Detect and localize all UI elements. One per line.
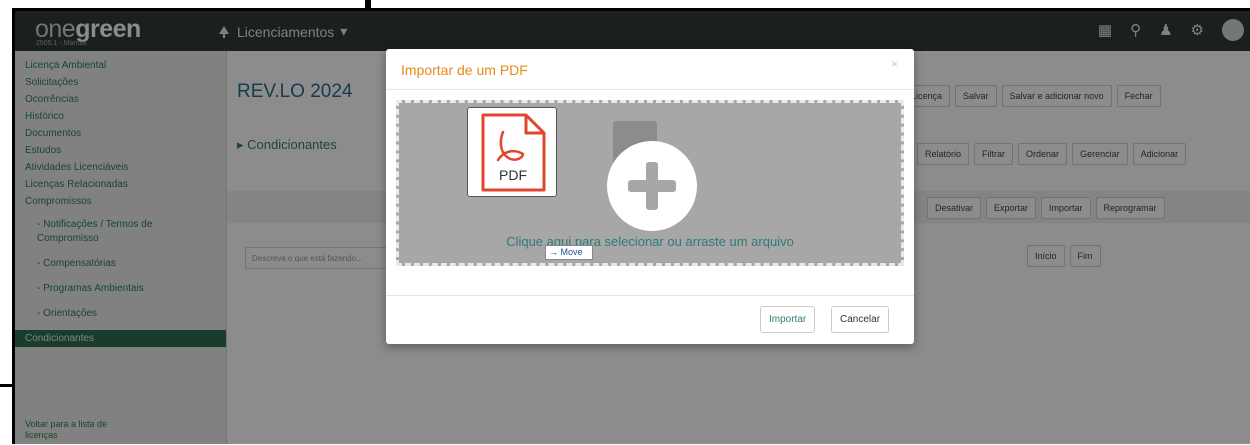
add-file-icon[interactable] bbox=[607, 141, 697, 231]
dropzone-instructions: Clique aqui para selecionar ou arraste u… bbox=[506, 234, 794, 249]
cancel-button[interactable]: Cancelar bbox=[831, 306, 890, 333]
drag-move-tooltip: → Move bbox=[545, 245, 593, 260]
file-dropzone[interactable]: PDF Clique aqui para selecionar ou arras… bbox=[396, 100, 904, 266]
app-window: onegreen 2505.1 - Manual Licenciamentos … bbox=[12, 8, 1250, 444]
divider bbox=[386, 89, 914, 90]
close-icon[interactable]: × bbox=[891, 57, 898, 71]
import-button[interactable]: Importar bbox=[760, 306, 816, 333]
dialog-title: Importar de um PDF bbox=[401, 62, 528, 78]
import-pdf-dialog: Importar de um PDF × PDF Clique aqui par bbox=[386, 49, 914, 344]
divider bbox=[386, 295, 914, 296]
pdf-icon: PDF bbox=[481, 113, 546, 192]
plus-icon bbox=[628, 162, 676, 210]
pdf-label: PDF bbox=[499, 167, 527, 183]
pdf-file-icon: PDF bbox=[467, 107, 557, 197]
